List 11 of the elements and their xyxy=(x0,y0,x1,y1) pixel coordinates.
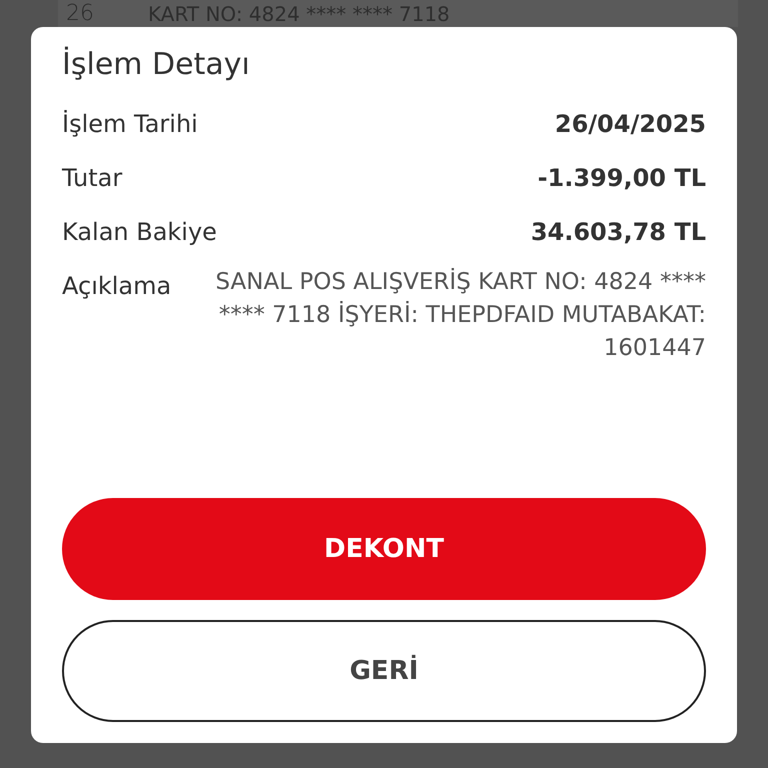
back-button[interactable]: GERİ xyxy=(62,620,706,722)
field-label: Kalan Bakiye xyxy=(62,218,217,246)
receipt-button[interactable]: DEKONT xyxy=(62,498,706,600)
field-value: 34.603,78 TL xyxy=(530,218,706,246)
dialog-title: İşlem Detayı xyxy=(62,47,251,82)
description-text: SANAL POS ALIŞVERİŞ KART NO: 4824 **** **** 7118 İŞYERİ: THEPDFAID MUTABAKAT: 1601447 xyxy=(214,267,706,363)
field-value: 26/04/2025 xyxy=(554,110,706,138)
field-label: Açıklama xyxy=(62,272,172,300)
field-label: Tutar xyxy=(62,164,122,192)
field-label: İşlem Tarihi xyxy=(62,110,198,138)
field-value: -1.399,00 TL xyxy=(538,164,706,192)
